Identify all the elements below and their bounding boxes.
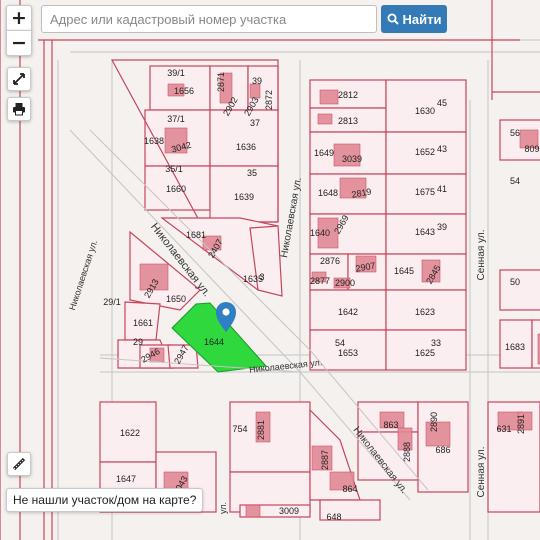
parcel-number-label: 1625 [415, 348, 435, 358]
parcel-number-label: 29/1 [103, 297, 121, 307]
ruler-icon [12, 457, 26, 471]
parcel-number-label: 1623 [415, 307, 435, 317]
parcel-number-label: 41 [437, 184, 447, 194]
expand-icon [13, 73, 25, 85]
printer-icon [13, 103, 25, 116]
parcel-number-label: 39/1 [167, 68, 185, 78]
parcel-number-label: 50 [510, 277, 520, 287]
parcel-number-label: 2887 [320, 450, 330, 470]
parcel-number-label: 33 [431, 338, 441, 348]
parcel-number-label: 1640 [310, 228, 330, 238]
parcel-number-label: 2888 [402, 442, 412, 462]
parcel-number-label: 1648 [318, 188, 338, 198]
parcel-number-label: 3039 [342, 154, 362, 164]
parcel-number-label: 1661 [133, 318, 153, 328]
parcel-number-label: 35/1 [165, 164, 183, 174]
street-name-label: ул. [218, 502, 228, 514]
parcel-number-label: 2881 [256, 420, 266, 440]
parcel-number-label: 1683 [505, 342, 525, 352]
measure-button[interactable] [7, 452, 31, 476]
find-button[interactable]: Найти [381, 5, 447, 33]
parcel-number-label: 2891 [516, 414, 526, 434]
parcel-number-label: 809 [524, 144, 539, 154]
parcel-number-label: 1638 [144, 136, 164, 146]
parcel-number-label: 631 [496, 424, 511, 434]
parcel-number-label: 2812 [338, 90, 358, 100]
parcel-number-label: 1644 [204, 337, 224, 347]
parcel-number-label: 35 [247, 168, 257, 178]
parcel-number-label: 39 [437, 222, 447, 232]
zoom-out-button[interactable]: − [6, 30, 32, 56]
not-found-link[interactable]: Не нашли участок/дом на карте? [6, 488, 204, 512]
parcel-number-label: 37/1 [167, 114, 185, 124]
parcel-number-label: 43 [437, 144, 447, 154]
parcel-number-label: 864 [342, 484, 357, 494]
cadastral-map[interactable]: 39/11656 28712902 290339287237/1 371638 3042… [0, 0, 540, 540]
parcel-number-label: 2890 [429, 412, 439, 432]
parcel-number-label: 1639 [234, 192, 254, 202]
parcel-number-label: 1653 [338, 348, 358, 358]
parcel-number-label: 2871 [216, 72, 226, 92]
parcel-number-label: 1681 [186, 230, 206, 240]
parcel-number-label: 1636 [236, 142, 256, 152]
parcel-number-label: 54 [335, 338, 345, 348]
parcel-number-label: 1645 [394, 266, 414, 276]
fullscreen-button[interactable] [7, 67, 31, 91]
parcel-number-label: 1630 [415, 106, 435, 116]
search-icon [387, 13, 399, 25]
parcel-number-label: 2900 [335, 278, 355, 288]
find-button-label: Найти [402, 11, 442, 27]
parcel-number-label: 56 [510, 128, 520, 138]
parcel-number-label: 39 [252, 76, 262, 86]
zoom-in-button[interactable]: + [6, 5, 32, 31]
parcel-number-label: 3 [259, 272, 264, 282]
parcel-number-label: 2877 [310, 276, 330, 286]
parcel-number-label: 1675 [415, 187, 435, 197]
parcel-number-label: 1660 [166, 184, 186, 194]
parcel-number-label: 1647 [116, 474, 136, 484]
parcel-number-label: 1643 [415, 227, 435, 237]
parcel-number-label: 1622 [120, 428, 140, 438]
street-name-label: Сенная ул. [476, 230, 487, 281]
parcel-number-label: 2872 [264, 90, 274, 110]
parcel-number-label: 54 [510, 176, 520, 186]
parcel-number-label: 1642 [338, 307, 358, 317]
parcel-number-label: 29 [133, 337, 143, 347]
parcel-number-label: 686 [435, 445, 450, 455]
street-name-label: Сенная ул. [476, 447, 487, 498]
parcel-number-label: 754 [232, 424, 247, 434]
parcel-number-label: 648 [326, 512, 341, 522]
parcel-number-label: 2813 [338, 116, 358, 126]
parcel-number-label: 1650 [166, 294, 186, 304]
search-input[interactable] [41, 5, 377, 33]
print-button[interactable] [7, 97, 31, 121]
parcel-number-label: 45 [437, 98, 447, 108]
parcel-number-label: 863 [383, 420, 398, 430]
parcel-number-label: 37 [250, 118, 260, 128]
parcel-number-label: 1656 [174, 86, 194, 96]
parcel-number-label: 1652 [415, 147, 435, 157]
parcel-number-label: 3009 [279, 506, 299, 516]
parcel-number-label: 2876 [320, 256, 340, 266]
parcel-number-label: 1649 [314, 148, 334, 158]
